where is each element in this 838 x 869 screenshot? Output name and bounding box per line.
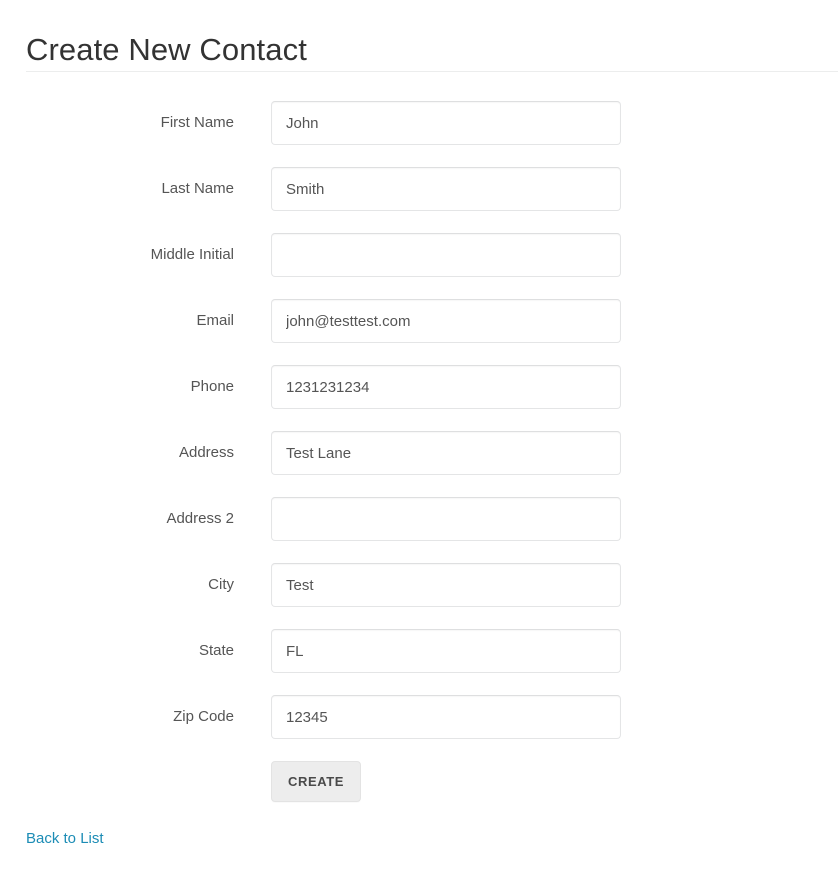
form-row-address: Address <box>0 431 838 497</box>
input-email[interactable] <box>271 299 621 343</box>
input-address[interactable] <box>271 431 621 475</box>
create-button[interactable]: CREATE <box>271 761 362 802</box>
form-row-city: City <box>0 563 838 629</box>
form-row-address-2: Address 2 <box>0 497 838 563</box>
input-phone[interactable] <box>271 365 621 409</box>
form-row-zip-code: Zip Code <box>0 695 838 761</box>
submit-row: CREATE <box>0 761 838 827</box>
input-zip-code[interactable] <box>271 695 621 739</box>
form-row-middle-initial: Middle Initial <box>0 233 838 299</box>
label-state: State <box>198 642 234 659</box>
form-row-first-name: First Name <box>0 101 838 167</box>
create-contact-page: Create New Contact First Name Last Name Mi… <box>0 0 838 869</box>
label-last-name: Last Name <box>161 180 234 197</box>
label-first-name: First Name <box>160 114 234 131</box>
page-title: Create New Contact <box>26 31 307 67</box>
create-contact-form: First Name Last Name Middle Initial Email Ph… <box>0 101 838 827</box>
input-address-2[interactable] <box>271 497 621 541</box>
form-row-last-name: Last Name <box>0 167 838 233</box>
back-to-list-link[interactable]: Back to List <box>26 830 104 847</box>
form-row-email: Email <box>0 299 838 365</box>
title-divider <box>26 71 838 72</box>
label-middle-initial: Middle Initial <box>150 246 234 263</box>
input-state[interactable] <box>271 629 621 673</box>
label-zip-code: Zip Code <box>173 708 234 725</box>
label-phone: Phone <box>190 378 234 395</box>
input-last-name[interactable] <box>271 167 621 211</box>
input-middle-initial[interactable] <box>271 233 621 277</box>
input-first-name[interactable] <box>271 101 621 145</box>
form-row-phone: Phone <box>0 365 838 431</box>
label-address-2: Address 2 <box>166 510 234 527</box>
label-city: City <box>208 576 234 593</box>
form-row-state: State <box>0 629 838 695</box>
input-city[interactable] <box>271 563 621 607</box>
label-email: Email <box>196 312 234 329</box>
back-to-list-wrapper: Back to List <box>26 828 104 850</box>
label-address: Address <box>178 444 234 461</box>
